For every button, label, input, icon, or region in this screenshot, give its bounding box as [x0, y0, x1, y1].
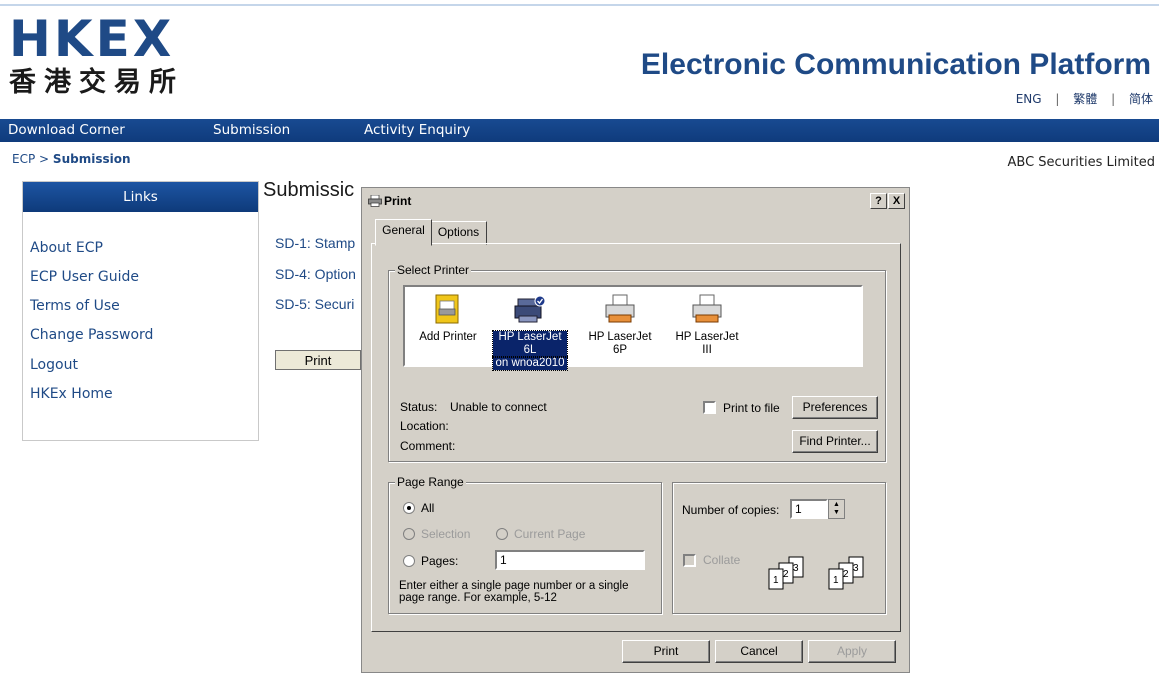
- submission-item-sd5[interactable]: SD-5: Securi: [275, 296, 354, 312]
- printer-hp-iii[interactable]: HP LaserJet III: [670, 293, 744, 357]
- status-label: Status:: [400, 400, 438, 414]
- copies-input[interactable]: 1: [790, 499, 828, 519]
- network-printer-icon: [514, 295, 546, 323]
- print-dialog: Print ? X General Options Select Printer…: [361, 187, 910, 673]
- print-button[interactable]: Print: [622, 640, 710, 663]
- dialog-titlebar[interactable]: Print ? X: [364, 190, 907, 212]
- lang-traditional-link[interactable]: 繁體: [1073, 90, 1097, 107]
- link-hkex-home[interactable]: HKEx Home: [30, 386, 113, 402]
- svg-text:1: 1: [833, 575, 839, 586]
- range-current-page-label: Current Page: [514, 527, 586, 541]
- links-heading: Links: [23, 182, 258, 212]
- printer-name-line1: HP LaserJet: [675, 331, 739, 343]
- range-pages-label: Pages:: [421, 554, 459, 568]
- breadcrumb-root[interactable]: ECP: [12, 152, 35, 166]
- printer-icon: [692, 294, 722, 323]
- collate-checkbox[interactable]: [683, 554, 696, 567]
- preferences-button[interactable]: Preferences: [792, 396, 878, 419]
- page-print-button[interactable]: Print: [275, 350, 361, 370]
- add-printer-icon: [435, 294, 459, 324]
- collate-label: Collate: [703, 553, 741, 567]
- app-title: Electronic Communication Platform: [640, 48, 1151, 81]
- svg-text:2: 2: [783, 569, 789, 580]
- link-logout[interactable]: Logout: [30, 357, 78, 373]
- links-panel: Links About ECP ECP User Guide Terms of …: [22, 181, 259, 441]
- status-value: Unable to connect: [450, 400, 547, 414]
- copies-group: Number of copies: 1 ▲ ▼ Collate 3 2 1 3: [672, 482, 886, 614]
- collate-pages-icon: 3 2 1 3 2 1: [768, 556, 864, 590]
- main-nav: Download Corner Submission Activity Enqu…: [0, 119, 1159, 142]
- printer-name-line1: HP LaserJet 6L: [492, 330, 568, 358]
- svg-text:3: 3: [793, 563, 799, 574]
- page-range-group: Page Range All Selection Current Page Pa…: [388, 475, 662, 614]
- print-to-file-label: Print to file: [723, 401, 780, 415]
- submission-title: Submissic: [263, 179, 355, 201]
- company-name: ABC Securities Limited: [1007, 155, 1155, 170]
- svg-text:2: 2: [843, 569, 849, 580]
- printer-name-line2: on wnoa2010: [492, 356, 568, 371]
- spin-up-icon[interactable]: ▲: [833, 501, 840, 509]
- range-selection-radio[interactable]: [403, 528, 415, 540]
- close-button[interactable]: X: [888, 193, 905, 209]
- page-range-label: Page Range: [395, 475, 466, 489]
- link-user-guide[interactable]: ECP User Guide: [30, 269, 139, 285]
- range-current-page-radio[interactable]: [496, 528, 508, 540]
- link-about-ecp[interactable]: About ECP: [30, 240, 103, 256]
- submission-item-sd1[interactable]: SD-1: Stamp: [275, 235, 355, 251]
- cancel-button[interactable]: Cancel: [715, 640, 803, 663]
- svg-text:1: 1: [773, 575, 779, 586]
- help-button[interactable]: ?: [870, 193, 887, 209]
- print-to-file-checkbox[interactable]: [703, 401, 716, 414]
- dialog-title: Print: [384, 194, 412, 208]
- range-all-label: All: [421, 501, 435, 515]
- submission-item-sd4[interactable]: SD-4: Option: [275, 266, 356, 282]
- nav-submission[interactable]: Submission: [213, 122, 290, 138]
- apply-button[interactable]: Apply: [808, 640, 896, 663]
- find-printer-button[interactable]: Find Printer...: [792, 430, 878, 453]
- range-all-radio[interactable]: [403, 502, 415, 514]
- header-top-line: [0, 4, 1159, 6]
- select-printer-label: Select Printer: [395, 263, 472, 277]
- location-label: Location:: [400, 419, 449, 433]
- tab-options[interactable]: Options: [430, 221, 487, 245]
- printer-icon: [368, 195, 382, 207]
- printer-name-line1: Add Printer: [419, 331, 477, 343]
- spin-down-icon[interactable]: ▼: [833, 509, 840, 517]
- nav-activity-enquiry[interactable]: Activity Enquiry: [364, 122, 470, 138]
- printer-icon: [605, 294, 635, 323]
- printer-hp-6l[interactable]: HP LaserJet 6L on wnoa2010: [492, 293, 568, 371]
- printer-name-line1: HP LaserJet: [588, 331, 652, 343]
- range-pages-radio[interactable]: [403, 555, 415, 567]
- copies-spinner[interactable]: ▲ ▼: [828, 499, 845, 519]
- printer-name-line2: III: [702, 344, 712, 356]
- lang-separator: |: [1055, 92, 1060, 106]
- breadcrumb: ECP > Submission: [12, 152, 131, 166]
- printer-hp-6p[interactable]: HP LaserJet 6P: [583, 293, 657, 357]
- logo-latin-text: HKEX: [9, 10, 175, 68]
- tab-general[interactable]: General: [375, 219, 432, 246]
- lang-simplified-link[interactable]: 简体: [1129, 90, 1153, 107]
- breadcrumb-current: Submission: [52, 152, 131, 166]
- comment-label: Comment:: [400, 439, 456, 453]
- link-terms-of-use[interactable]: Terms of Use: [30, 298, 120, 314]
- copies-label: Number of copies:: [682, 503, 780, 517]
- svg-text:3: 3: [853, 563, 859, 574]
- hkex-logo: HKEX 香港交易所: [9, 14, 184, 100]
- breadcrumb-sep: >: [39, 152, 50, 166]
- pages-input[interactable]: 1: [495, 550, 645, 570]
- link-change-password[interactable]: Change Password: [30, 327, 153, 343]
- select-printer-group: Select Printer Add Printer HP LaserJet 6…: [388, 263, 886, 462]
- range-selection-label: Selection: [421, 527, 471, 541]
- lang-separator: |: [1111, 92, 1116, 106]
- general-tab-panel: Select Printer Add Printer HP LaserJet 6…: [371, 243, 901, 632]
- language-switcher: ENG | 繁體 | 简体: [1016, 90, 1153, 107]
- logo-cjk-text: 香港交易所: [9, 67, 184, 98]
- page-range-hint: Enter either a single page number or a s…: [399, 580, 629, 604]
- lang-eng-link[interactable]: ENG: [1016, 92, 1042, 106]
- printer-list: Add Printer HP LaserJet 6L on wnoa2010 H…: [403, 285, 863, 371]
- printer-name-line2: 6P: [612, 344, 628, 356]
- printer-add[interactable]: Add Printer: [411, 293, 485, 344]
- nav-download-corner[interactable]: Download Corner: [8, 122, 125, 138]
